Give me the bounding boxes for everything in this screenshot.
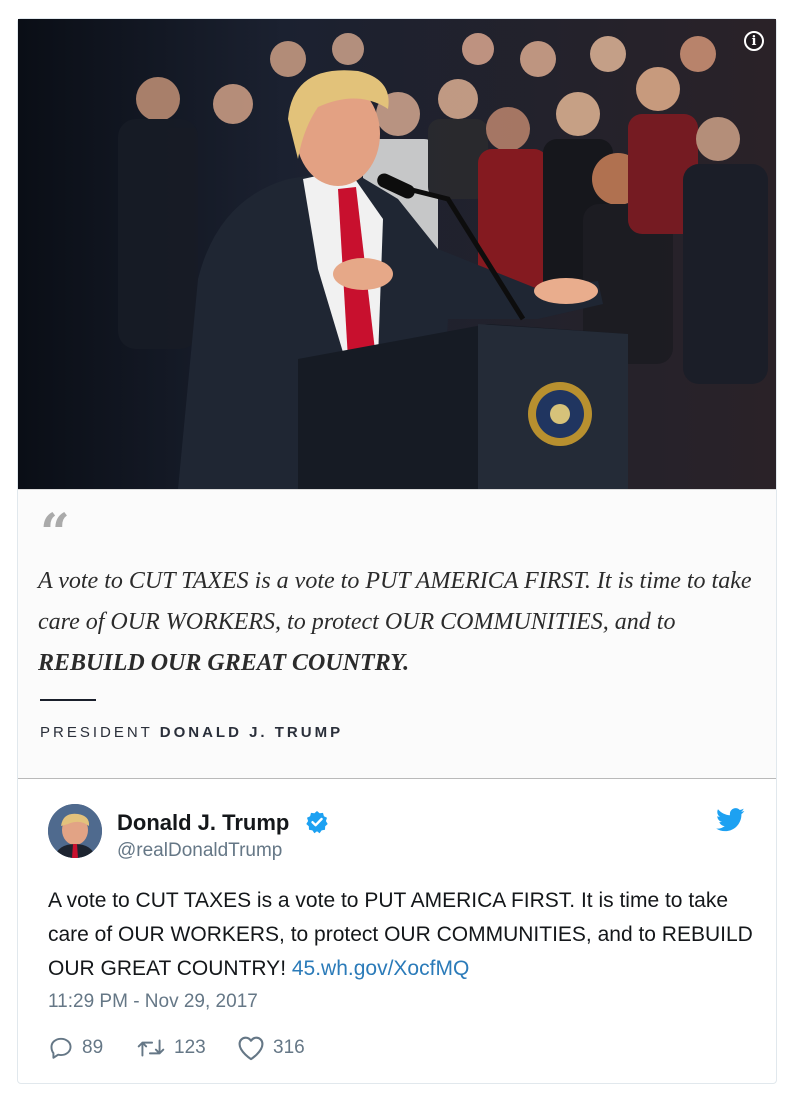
verified-icon — [306, 811, 328, 834]
retweet-icon — [137, 1039, 165, 1057]
retweet-count: 123 — [174, 1037, 206, 1058]
attribution-name: DONALD J. TRUMP — [159, 724, 344, 741]
reply-count: 89 — [82, 1037, 104, 1058]
quote-card: “ A vote to CUT TAXES is a vote to PUT A… — [18, 489, 776, 779]
tweet-text: A vote to CUT TAXES is a vote to PUT AME… — [48, 884, 760, 986]
reply-icon — [50, 1037, 72, 1059]
quote-attribution: PRESIDENT DONALD J. TRUMP — [40, 724, 343, 741]
avatar[interactable] — [48, 804, 102, 858]
twitter-bird-icon[interactable] — [716, 808, 745, 832]
quote-text-main: A vote to CUT TAXES is a vote to PUT AME… — [38, 568, 752, 635]
like-button[interactable]: 316 — [237, 1034, 305, 1062]
avatar-image — [48, 804, 102, 858]
display-name[interactable]: Donald J. Trump — [117, 810, 289, 836]
quote-text-bold: REBUILD OUR GREAT COUNTRY. — [38, 650, 410, 676]
rally-photo-illustration — [18, 19, 776, 489]
quote-divider — [40, 699, 96, 701]
tweet-link[interactable]: 45.wh.gov/XocfMQ — [292, 957, 469, 980]
like-count: 316 — [273, 1037, 305, 1058]
reply-button[interactable]: 89 — [48, 1034, 103, 1062]
retweet-button[interactable]: 123 — [136, 1034, 206, 1062]
tweet-timestamp[interactable]: 11:29 PM - Nov 29, 2017 — [48, 991, 258, 1013]
attribution-prefix: PRESIDENT — [40, 724, 160, 741]
quote-text: A vote to CUT TAXES is a vote to PUT AME… — [38, 561, 768, 684]
like-icon — [238, 1036, 264, 1061]
quote-mark-icon: “ — [40, 503, 70, 564]
handle[interactable]: @realDonaldTrump — [117, 840, 282, 862]
tweet-photo[interactable] — [18, 19, 776, 489]
info-icon[interactable]: i — [744, 31, 764, 51]
